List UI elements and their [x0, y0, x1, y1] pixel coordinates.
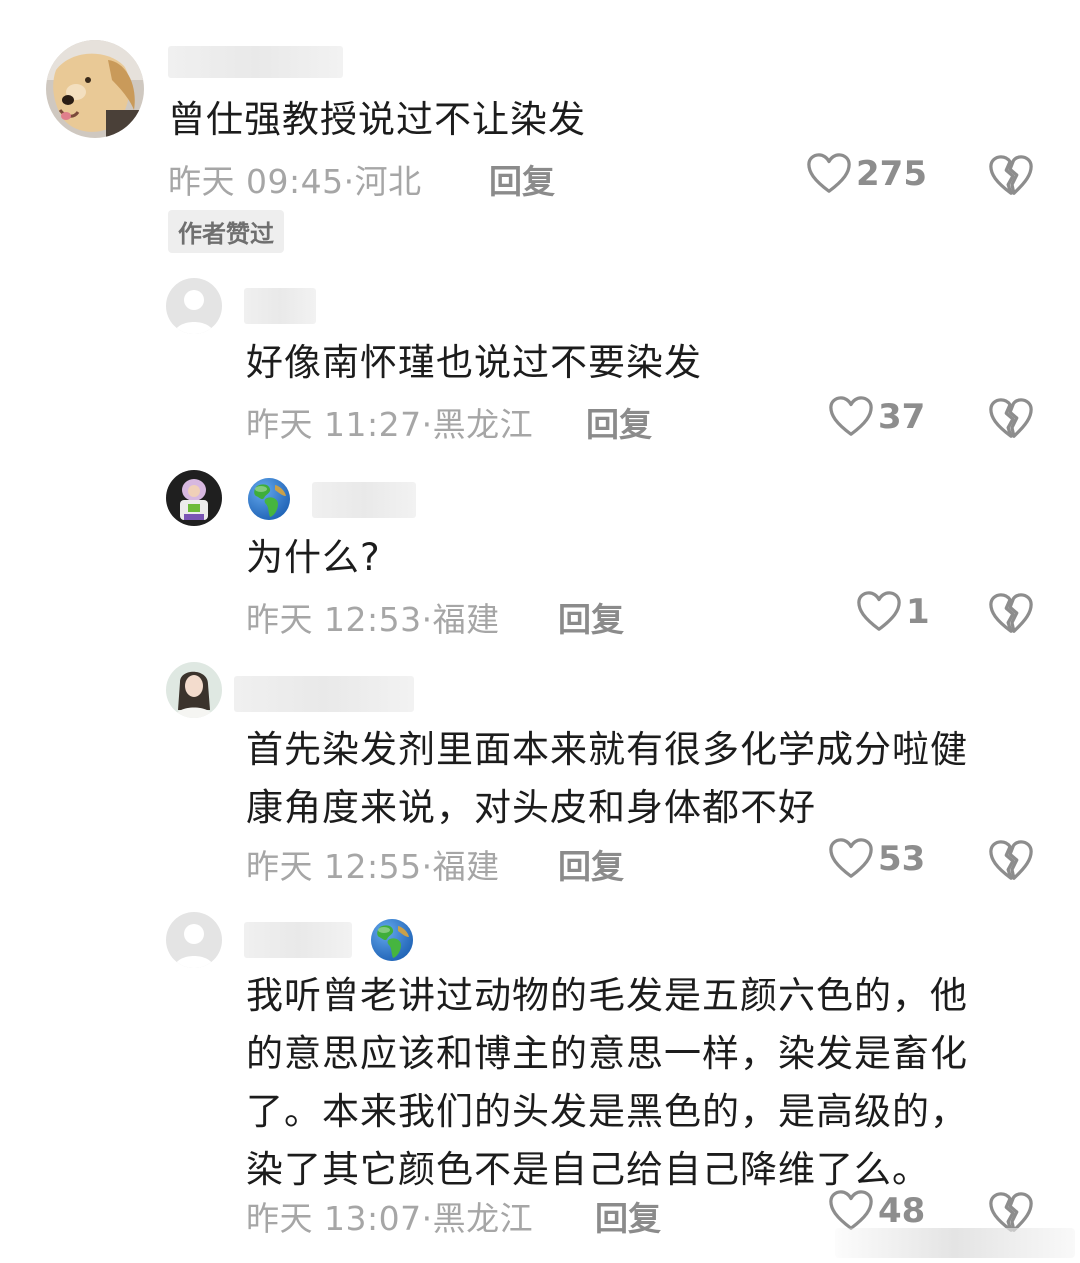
- comment-time: 昨天 12:55: [246, 847, 422, 886]
- comment-text: 为什么?: [246, 536, 381, 579]
- like-count: 37: [878, 397, 926, 437]
- like-count: 53: [878, 839, 926, 879]
- dislike-button[interactable]: [988, 154, 1034, 202]
- broken-heart-icon: [988, 592, 1034, 636]
- watermark: [835, 1228, 1075, 1258]
- comment-text: 首先染发剂里面本来就有很多化学成分啦健 康角度来说，对头皮和身体都不好: [246, 721, 968, 837]
- comment-time: 昨天 09:45: [168, 162, 344, 201]
- like-count: 275: [856, 154, 927, 194]
- avatar-default[interactable]: [166, 912, 222, 968]
- comment-text: 曾仕强教授说过不让染发: [168, 98, 586, 141]
- author-liked-badge: 作者赞过: [168, 210, 284, 253]
- like-button[interactable]: 48: [828, 1189, 925, 1233]
- comment-text: 好像南怀瑾也说过不要染发: [246, 341, 702, 384]
- reply-button[interactable]: 回复: [489, 155, 555, 203]
- comment-text: 我听曾老讲过动物的毛发是五颜六色的，他 的意思应该和博主的意思一样，染发是畜化 …: [246, 967, 968, 1199]
- dislike-button[interactable]: [988, 592, 1034, 640]
- username-redacted[interactable]: [312, 482, 416, 518]
- like-count: 1: [906, 592, 930, 632]
- comment-meta: 昨天 12:55·福建: [246, 840, 500, 888]
- username-redacted[interactable]: [244, 288, 316, 324]
- comment-text-line: 我听曾老讲过动物的毛发是五颜六色的，他: [246, 974, 968, 1017]
- comment-meta: 昨天 13:07·黑龙江: [246, 1192, 533, 1240]
- globe-icon: [247, 477, 291, 521]
- avatar-girl[interactable]: [166, 662, 222, 718]
- comment-text-line: 康角度来说，对头皮和身体都不好: [246, 786, 816, 829]
- heart-outline-icon: [828, 395, 874, 439]
- like-button[interactable]: 275: [806, 152, 927, 196]
- comment-location: 黑龙江: [432, 1199, 534, 1238]
- reply-button[interactable]: 回复: [558, 593, 624, 641]
- broken-heart-icon: [988, 154, 1034, 198]
- broken-heart-icon: [988, 839, 1034, 883]
- comment-location: 福建: [432, 847, 500, 886]
- like-button[interactable]: 53: [828, 837, 925, 881]
- meta-separator: ·: [421, 847, 433, 886]
- avatar-character[interactable]: [166, 470, 222, 526]
- reply-button[interactable]: 回复: [586, 398, 652, 446]
- avatar-dog[interactable]: [46, 40, 144, 138]
- comment-meta: 昨天 12:53·福建: [246, 593, 500, 641]
- reply-button[interactable]: 回复: [595, 1192, 661, 1240]
- dislike-button[interactable]: [988, 397, 1034, 445]
- comment-time: 昨天 12:53: [246, 600, 422, 639]
- comment-location: 福建: [432, 600, 500, 639]
- comment-meta: 昨天 11:27·黑龙江: [246, 398, 533, 446]
- meta-separator: ·: [421, 405, 433, 444]
- meta-separator: ·: [421, 1199, 433, 1238]
- username-redacted[interactable]: [168, 46, 343, 78]
- username-redacted[interactable]: [244, 922, 352, 958]
- like-button[interactable]: 1: [856, 590, 930, 634]
- comment-text-line: 了。本来我们的头发是黑色的，是高级的，: [246, 1090, 968, 1133]
- meta-separator: ·: [343, 162, 355, 201]
- heart-outline-icon: [856, 590, 902, 634]
- comment-text-line: 的意思应该和博主的意思一样，染发是畜化: [246, 1032, 968, 1075]
- comment-time: 昨天 11:27: [246, 405, 422, 444]
- heart-outline-icon: [806, 152, 852, 196]
- globe-icon: [370, 918, 414, 962]
- comment-location: 河北: [354, 162, 422, 201]
- username-redacted[interactable]: [234, 676, 414, 712]
- comment-meta: 昨天 09:45·河北: [168, 155, 422, 203]
- comment-time: 昨天 13:07: [246, 1199, 422, 1238]
- like-count: 48: [878, 1191, 926, 1231]
- like-button[interactable]: 37: [828, 395, 925, 439]
- comment-location: 黑龙江: [432, 405, 534, 444]
- avatar-default[interactable]: [166, 278, 222, 334]
- heart-outline-icon: [828, 1189, 874, 1233]
- heart-outline-icon: [828, 837, 874, 881]
- broken-heart-icon: [988, 397, 1034, 441]
- dislike-button[interactable]: [988, 839, 1034, 887]
- comment-text-line: 首先染发剂里面本来就有很多化学成分啦健: [246, 728, 968, 771]
- meta-separator: ·: [421, 600, 433, 639]
- reply-button[interactable]: 回复: [558, 840, 624, 888]
